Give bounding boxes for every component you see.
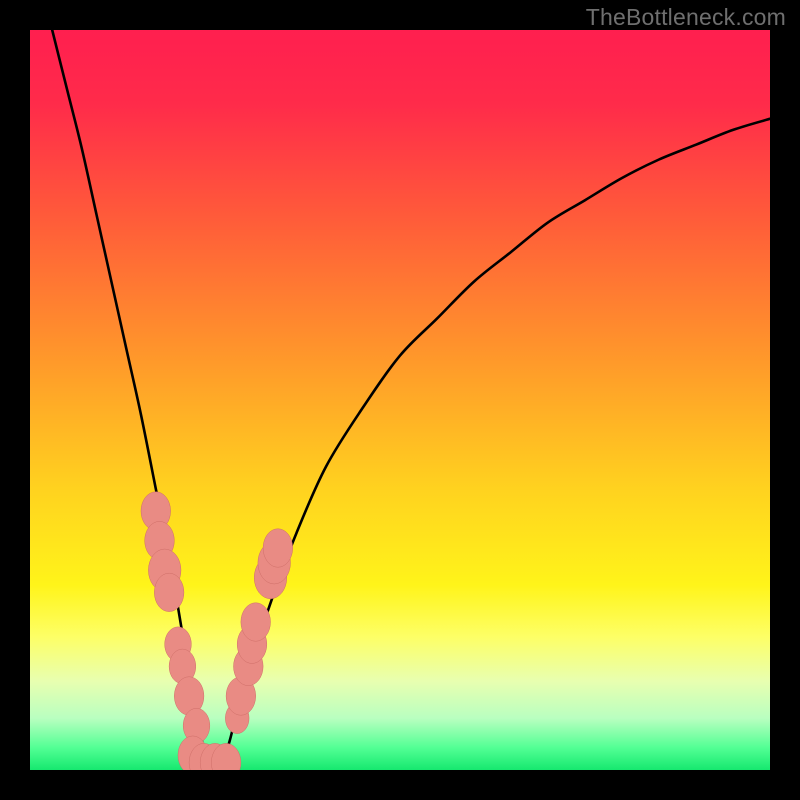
gradient-background xyxy=(30,30,770,770)
watermark-text: TheBottleneck.com xyxy=(586,4,786,31)
app-frame: TheBottleneck.com xyxy=(0,0,800,800)
highlight-dot xyxy=(241,603,271,641)
highlight-dot xyxy=(154,573,184,611)
plot-area xyxy=(30,30,770,770)
bottleneck-chart xyxy=(30,30,770,770)
highlight-dot xyxy=(263,529,293,567)
